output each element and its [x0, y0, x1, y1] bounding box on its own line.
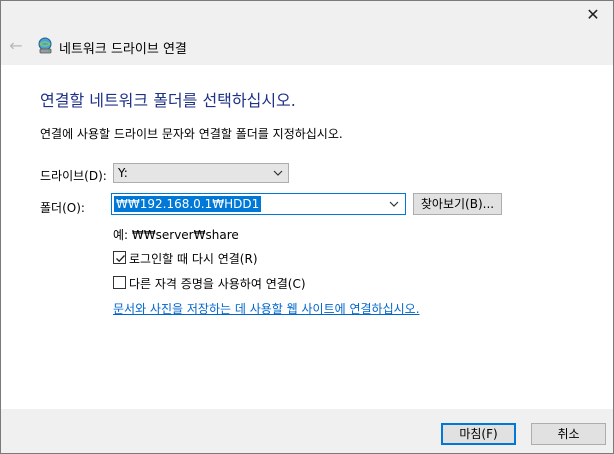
- close-button[interactable]: ✕: [581, 7, 605, 23]
- website-link[interactable]: 문서와 사진을 저장하는 데 사용할 웹 사이트에 연결하십시오.: [113, 300, 420, 317]
- drive-label: 드라이브(D):: [40, 169, 107, 183]
- dialog-footer: 마침(F) 취소: [1, 409, 613, 453]
- page-heading: 연결할 네트워크 폴더를 선택하십시오.: [40, 91, 296, 110]
- reconnect-label: 로그인할 때 다시 연결(R): [129, 252, 258, 266]
- drive-select[interactable]: Y:: [113, 163, 289, 183]
- back-arrow-icon: ←: [9, 36, 23, 55]
- checkmark-icon: [116, 255, 125, 263]
- reconnect-checkbox[interactable]: [113, 251, 126, 264]
- chevron-down-icon: [273, 170, 283, 176]
- example-text: 예: ₩₩server₩share: [113, 228, 239, 242]
- chevron-down-icon[interactable]: [388, 198, 400, 210]
- title-bar: ✕ ← 네트워크 드라이브 연결: [1, 1, 613, 65]
- credentials-checkbox[interactable]: [113, 276, 126, 289]
- cancel-button[interactable]: 취소: [531, 423, 606, 445]
- folder-label: 폴더(O):: [40, 201, 85, 215]
- credentials-label: 다른 자격 증명을 사용하여 연결(C): [129, 277, 306, 291]
- window-title: 네트워크 드라이브 연결: [59, 42, 187, 57]
- browse-button[interactable]: 찾아보기(B)...: [413, 193, 502, 215]
- folder-input[interactable]: ₩₩192.168.0.1₩HDD1: [111, 193, 406, 215]
- instruction-text: 연결에 사용할 드라이브 문자와 연결할 폴더를 지정하십시오.: [40, 127, 343, 141]
- dialog-content: 연결할 네트워크 폴더를 선택하십시오. 연결에 사용할 드라이브 문자와 연결…: [1, 65, 613, 409]
- folder-input-value: ₩₩192.168.0.1₩HDD1: [114, 196, 262, 212]
- finish-button[interactable]: 마침(F): [441, 423, 516, 445]
- dialog-window: ✕ ← 네트워크 드라이브 연결 연결할 네트워크 폴더를 선택하십시오. 연결…: [0, 0, 614, 454]
- close-icon: ✕: [586, 5, 600, 24]
- back-button[interactable]: ←: [7, 37, 25, 55]
- drive-select-value: Y:: [118, 166, 128, 180]
- network-drive-icon: [38, 37, 52, 54]
